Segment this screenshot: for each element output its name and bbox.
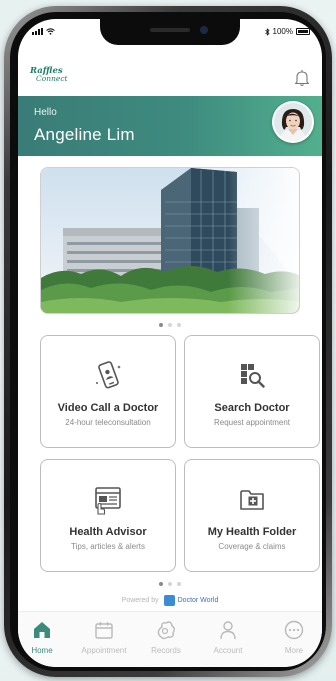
video-call-icon	[95, 361, 121, 389]
card-title: Video Call a Doctor	[57, 402, 159, 414]
front-camera	[200, 26, 208, 34]
health-folder-card[interactable]: My Health Folder Coverage & claims	[184, 459, 320, 572]
hospital-building-illustration	[41, 168, 299, 313]
card-title: My Health Folder	[207, 526, 297, 538]
banner-carousel-dots[interactable]	[18, 323, 322, 327]
powered-by: Powered by Doctor World	[18, 595, 322, 606]
user-photo	[274, 103, 312, 141]
bluetooth-icon	[264, 27, 270, 36]
notification-bell-icon[interactable]	[294, 69, 310, 87]
carousel-dot-3[interactable]	[177, 323, 181, 327]
search-doctor-card[interactable]: Search Doctor Request appointment	[184, 335, 320, 448]
carousel-dot-1[interactable]	[159, 323, 163, 327]
greeting-label: Hello	[34, 107, 57, 118]
search-doctor-icon	[241, 364, 265, 388]
health-folder-icon	[240, 490, 264, 510]
calendar-icon	[95, 622, 113, 639]
wifi-icon	[46, 28, 55, 35]
card-title: Health Advisor	[69, 526, 147, 538]
battery-icon	[296, 28, 310, 35]
user-name: Angeline Lim	[34, 125, 135, 144]
card-subtitle: Coverage & claims	[218, 542, 286, 551]
raffles-connect-logo: Raffles Connect	[30, 66, 68, 83]
card-subtitle: 24-hour teleconsultation	[65, 418, 151, 427]
card-title: Search Doctor	[214, 402, 290, 414]
records-icon	[157, 621, 175, 640]
status-right: 100%	[264, 27, 310, 36]
speaker-grille	[150, 28, 190, 32]
greeting-banner: Hello Angeline Lim	[18, 96, 322, 156]
tab-more[interactable]: More	[262, 619, 322, 655]
doctor-world-logo: Doctor World	[163, 595, 218, 606]
carousel-dot-2[interactable]	[168, 323, 172, 327]
card-subtitle: Tips, articles & alerts	[71, 542, 145, 551]
carousel-dot-1[interactable]	[159, 582, 163, 586]
video-call-doctor-card[interactable]: Video Call a Doctor 24-hour teleconsulta…	[40, 335, 176, 448]
carousel-dot-3[interactable]	[177, 582, 181, 586]
doctor-world-icon	[163, 595, 175, 606]
home-icon	[34, 622, 50, 638]
card-subtitle: Request appointment	[213, 418, 291, 427]
avatar[interactable]	[272, 101, 314, 143]
battery-percent: 100%	[272, 27, 293, 36]
more-icon	[284, 620, 304, 640]
app-screen: 100% Raffles Connect Hello Angeline Lim	[18, 19, 322, 667]
app-header: Raffles Connect	[18, 51, 322, 95]
carousel-dot-2[interactable]	[168, 582, 172, 586]
account-icon	[220, 621, 236, 640]
status-left	[32, 28, 55, 35]
bottom-tab-bar: Home Appointment Records Account More	[18, 611, 322, 667]
tab-records[interactable]: Records	[134, 619, 198, 655]
services-carousel-dots[interactable]	[18, 582, 322, 586]
tab-appointment[interactable]: Appointment	[72, 619, 136, 655]
health-advisor-card[interactable]: Health Advisor Tips, articles & alerts	[40, 459, 176, 572]
hospital-banner-image[interactable]	[40, 167, 300, 314]
phone-notch	[100, 19, 240, 45]
tab-account[interactable]: Account	[196, 619, 260, 655]
powered-by-label: Powered by	[121, 597, 159, 604]
tab-home[interactable]: Home	[18, 619, 74, 655]
health-advisor-icon	[95, 487, 121, 515]
signal-icon	[32, 28, 43, 35]
